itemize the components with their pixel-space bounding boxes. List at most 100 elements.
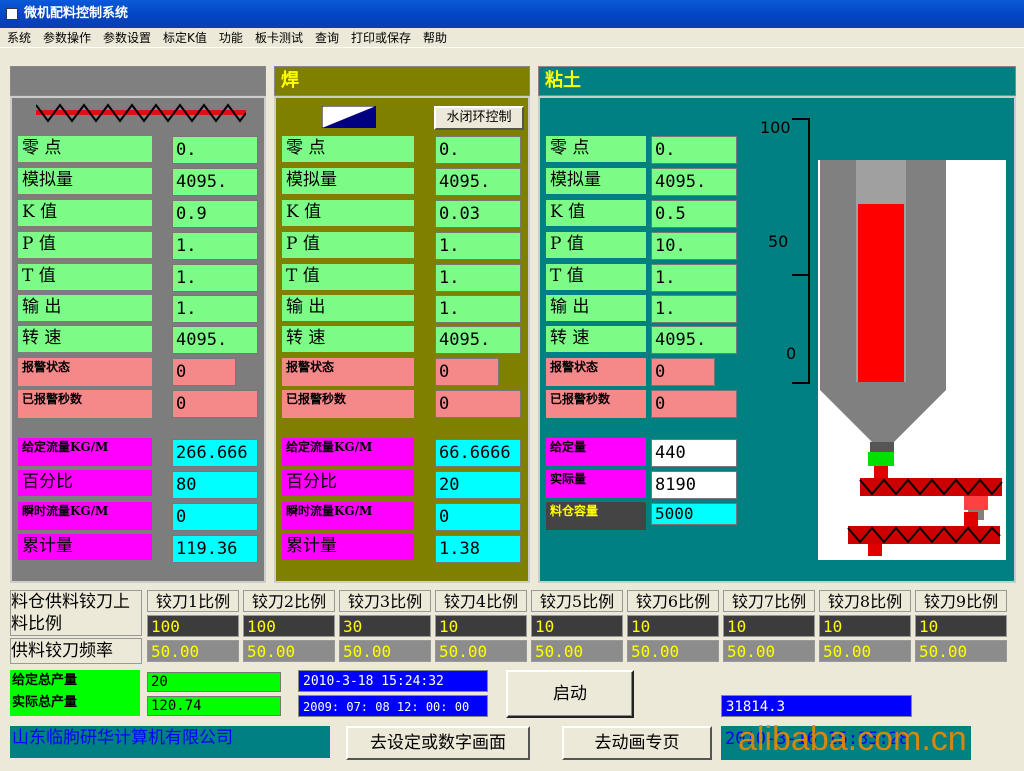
menu-item-system[interactable]: 系统 bbox=[2, 28, 36, 48]
p3-label-speed: 转 速 bbox=[546, 326, 646, 352]
p3-value-set-amount[interactable]: 440 bbox=[651, 439, 737, 467]
p1-value-k[interactable]: 0.9 bbox=[172, 200, 258, 228]
p3-label-silo-capacity: 料仓容量 bbox=[546, 502, 646, 530]
blade-ratio-9[interactable]: 10 bbox=[915, 615, 1007, 637]
p1-value-alarm-seconds: 0 bbox=[172, 390, 258, 418]
p2-value-speed[interactable]: 4095. bbox=[435, 326, 521, 354]
blade-ratio-5[interactable]: 10 bbox=[531, 615, 623, 637]
total-set-label: 给定总产量 bbox=[12, 673, 78, 688]
p1-label-k: K 值 bbox=[18, 200, 152, 226]
blade-header-2: 铰刀2比例 bbox=[243, 590, 335, 612]
p3-label-p: P 值 bbox=[546, 232, 646, 258]
p3-label-analog: 模拟量 bbox=[546, 168, 646, 194]
water-closed-loop-button[interactable]: 水闭环控制 bbox=[434, 106, 524, 130]
p2-value-t[interactable]: 1. bbox=[435, 264, 521, 292]
blade-ratio-8[interactable]: 10 bbox=[819, 615, 911, 637]
p3-value-k[interactable]: 0.5 bbox=[651, 200, 737, 228]
p3-label-alarm-seconds: 已报警秒数 bbox=[546, 390, 646, 418]
p2-value-output[interactable]: 1. bbox=[435, 295, 521, 323]
p1-value-percent[interactable]: 80 bbox=[172, 471, 258, 499]
p1-label-zero: 零 点 bbox=[18, 136, 152, 162]
blade-freq-4[interactable]: 50.00 bbox=[435, 640, 527, 662]
goto-animation-button[interactable]: 去动画专页 bbox=[562, 726, 712, 760]
p2-label-cumulative: 累计量 bbox=[282, 534, 414, 560]
p3-value-silo-capacity[interactable]: 5000 bbox=[651, 503, 737, 525]
blade-freq-2[interactable]: 50.00 bbox=[243, 640, 335, 662]
menu-item-param-ops[interactable]: 参数操作 bbox=[38, 28, 96, 48]
goto-setting-button[interactable]: 去设定或数字画面 bbox=[346, 726, 530, 760]
p3-value-speed[interactable]: 4095. bbox=[651, 326, 737, 354]
p1-value-speed[interactable]: 4095. bbox=[172, 326, 258, 354]
p3-value-analog[interactable]: 4095. bbox=[651, 168, 737, 196]
blade-ratio-1[interactable]: 100 bbox=[147, 615, 239, 637]
blade-freq-6[interactable]: 50.00 bbox=[627, 640, 719, 662]
p3-value-p[interactable]: 10. bbox=[651, 232, 737, 260]
p2-value-zero[interactable]: 0. bbox=[435, 136, 521, 164]
start-datetime: 2009: 07: 08 12: 00: 00 bbox=[298, 695, 488, 717]
blade-freq-7[interactable]: 50.00 bbox=[723, 640, 815, 662]
p3-value-alarm-seconds: 0 bbox=[651, 390, 737, 418]
p1-value-t[interactable]: 1. bbox=[172, 264, 258, 292]
p1-value-analog[interactable]: 4095. bbox=[172, 168, 258, 196]
p2-value-k[interactable]: 0.03 bbox=[435, 200, 521, 228]
menu-item-help[interactable]: 帮助 bbox=[418, 28, 452, 48]
p2-value-percent[interactable]: 20 bbox=[435, 471, 521, 499]
p3-value-output[interactable]: 1. bbox=[651, 295, 737, 323]
silo-level-fill bbox=[858, 204, 904, 382]
blade-ratio-7[interactable]: 10 bbox=[723, 615, 815, 637]
blade-ratio-4[interactable]: 10 bbox=[435, 615, 527, 637]
p1-label-t: T 值 bbox=[18, 264, 152, 290]
p2-label-analog: 模拟量 bbox=[282, 168, 414, 194]
p1-value-p[interactable]: 1. bbox=[172, 232, 258, 260]
total-actual-value: 120.74 bbox=[147, 696, 281, 716]
p2-value-analog[interactable]: 4095. bbox=[435, 168, 521, 196]
blade-freq-1[interactable]: 50.00 bbox=[147, 640, 239, 662]
p2-label-instant-flow: 瞬时流量KG/M bbox=[282, 502, 414, 530]
p1-label-speed: 转 速 bbox=[18, 326, 152, 352]
p3-value-t[interactable]: 1. bbox=[651, 264, 737, 292]
menu-item-print-save[interactable]: 打印或保存 bbox=[346, 28, 416, 48]
p1-value-output[interactable]: 1. bbox=[172, 295, 258, 323]
p2-value-alarm-seconds: 0 bbox=[435, 390, 521, 418]
start-button[interactable]: 启动 bbox=[506, 670, 634, 718]
p2-value-p[interactable]: 1. bbox=[435, 232, 521, 260]
total-set-value[interactable]: 20 bbox=[147, 672, 281, 692]
p2-label-output: 输 出 bbox=[282, 295, 414, 321]
menu-item-query[interactable]: 查询 bbox=[310, 28, 344, 48]
p2-label-p: P 值 bbox=[282, 232, 414, 258]
blade-ratio-2[interactable]: 100 bbox=[243, 615, 335, 637]
p1-value-instant-flow: 0 bbox=[172, 503, 258, 531]
menu-item-board-test[interactable]: 板卡测试 bbox=[250, 28, 308, 48]
p1-value-zero[interactable]: 0. bbox=[172, 136, 258, 164]
blade-freq-3[interactable]: 50.00 bbox=[339, 640, 431, 662]
blade-header-7: 铰刀7比例 bbox=[723, 590, 815, 612]
blade-header-3: 铰刀3比例 bbox=[339, 590, 431, 612]
p3-label-alarm-state: 报警状态 bbox=[546, 358, 646, 386]
p1-label-output: 输 出 bbox=[18, 295, 152, 321]
p3-label-output: 输 出 bbox=[546, 295, 646, 321]
p2-value-set-flow[interactable]: 66.6666 bbox=[435, 439, 521, 467]
p1-value-set-flow[interactable]: 266.666 bbox=[172, 439, 258, 467]
p3-label-k: K 值 bbox=[546, 200, 646, 226]
p1-label-alarm-seconds: 已报警秒数 bbox=[18, 390, 152, 418]
p1-label-p: P 值 bbox=[18, 232, 152, 258]
blade-ratio-3[interactable]: 30 bbox=[339, 615, 431, 637]
gauge-tick-50: 50 bbox=[768, 232, 789, 251]
totals-label-box: 给定总产量 实际总产量 bbox=[10, 670, 140, 716]
blade-header-5: 铰刀5比例 bbox=[531, 590, 623, 612]
p1-label-cumulative: 累计量 bbox=[18, 534, 152, 560]
p1-label-instant-flow: 瞬时流量KG/M bbox=[18, 502, 152, 530]
total-actual-label: 实际总产量 bbox=[12, 695, 78, 710]
p1-value-alarm-state: 0 bbox=[172, 358, 236, 386]
silo-icon bbox=[820, 160, 1003, 556]
p3-value-zero[interactable]: 0. bbox=[651, 136, 737, 164]
blade-freq-9[interactable]: 50.00 bbox=[915, 640, 1007, 662]
blade-freq-8[interactable]: 50.00 bbox=[819, 640, 911, 662]
blade-ratio-6[interactable]: 10 bbox=[627, 615, 719, 637]
menu-item-functions[interactable]: 功能 bbox=[214, 28, 248, 48]
p2-value-cumulative: 1.38 bbox=[435, 535, 521, 563]
app-icon bbox=[6, 8, 18, 20]
menu-item-calibrate-k[interactable]: 标定K值 bbox=[158, 28, 212, 48]
blade-freq-5[interactable]: 50.00 bbox=[531, 640, 623, 662]
menu-item-param-settings[interactable]: 参数设置 bbox=[98, 28, 156, 48]
